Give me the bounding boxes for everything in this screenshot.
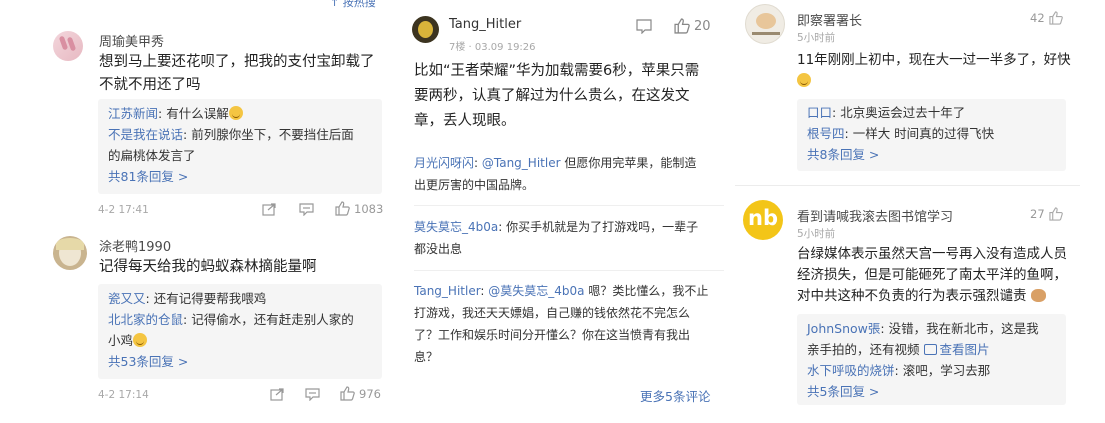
thumb-up-icon [1049,11,1063,25]
reply-box: 江苏新闻: 有什么误解 不是我在说话: 前列腺你坐下，不要挡住后面 的扁桃体发言… [98,99,382,194]
divider [735,185,1080,186]
like-button[interactable]: 42 [1030,11,1063,25]
share-icon [262,203,276,216]
left-comment-panel: ↑ 按热搜 周瑜美甲秀 想到马上要还花呗了，把我的支付宝卸载了 不就不用还了吗 … [40,0,400,423]
thumb-up-icon [1049,207,1063,221]
reply-line-continued: 亲手拍的，还有视频 查看图片 [807,342,990,357]
comment-button[interactable] [305,388,320,401]
reply-line[interactable]: 口口: 北京奥运会过去十年了 [807,102,1056,123]
comment-meta: 7楼 · 03.09 19:26 [449,42,536,53]
username[interactable]: 看到请喊我滚去图书馆学习 [797,206,953,225]
reply-box: 口口: 北京奥运会过去十年了 根号四: 一样大 时间真的过得飞快 共8条回复 > [797,99,1066,171]
comment-text: 记得每天给我的蚂蚁森林摘能量啊 [99,259,317,275]
avatar[interactable] [412,16,439,43]
comment-icon [305,388,320,401]
thumb-up-icon [674,18,690,34]
like-button[interactable]: 1083 [335,201,383,216]
smile-emoji-icon [133,333,148,347]
like-count: 42 [1030,11,1045,25]
comment-icon [636,19,652,34]
reply-line-continued: 的扁桃体发言了 [108,148,196,163]
more-replies-link[interactable]: 共8条回复 > [807,144,1056,165]
reply-line[interactable]: 瓷又又: 还有记得要帮我喂鸡 [108,288,372,309]
image-icon [923,344,937,355]
top-clipped-link[interactable]: ↑ 按热搜 [330,0,376,10]
divider [414,270,724,271]
reply-item[interactable]: Tang_Hitler: @莫失莫忘_4b0a 嗯？类比懂么，我不止 打游戏，我… [414,280,724,368]
reply-item[interactable]: 莫失莫忘_4b0a: 你买手机就是为了打游戏吗，一辈子 都没出息 [414,216,724,260]
comment-time: 4-2 17:14 [98,389,149,401]
reply-line[interactable]: 江苏新闻: 有什么误解 [108,103,372,124]
right-comment-panel: 即察署署长 5小时前 42 11年刚刚上初中，现在大一过一半多了，好快 口口: … [735,0,1105,423]
dog-emoji-icon [1030,289,1046,302]
like-count: 27 [1030,207,1045,221]
reply-line[interactable]: 不是我在说话: 前列腺你坐下，不要挡住后面 [108,124,372,145]
grin-emoji-icon [797,73,811,87]
like-button[interactable]: 27 [1030,207,1063,221]
username[interactable]: 周瑜美甲秀 [99,31,164,50]
thumb-up-icon [335,201,350,216]
comment-meta: 5小时前 [797,32,836,44]
comment-meta: 5小时前 [797,228,836,240]
avatar[interactable] [53,236,87,270]
comment-text: 台绿媒体表示虽然天宫一号再入没有造成人员 经济损失，但是可能砸死了南太平洋的鱼啊… [797,246,1067,304]
like-count: 20 [694,18,711,34]
comment-icon [299,203,314,216]
like-button[interactable]: 20 [674,18,711,34]
avatar[interactable] [745,4,785,44]
more-replies-link[interactable]: 共5条回复 > [807,381,1056,402]
reply-line[interactable]: JohnSnow張: 没错，我在新北市，这是我 [807,318,1056,339]
more-replies-link[interactable]: 共53条回复 > [108,351,372,372]
reply-line-continued: 小鸡 [108,330,372,351]
like-button[interactable]: 976 [340,386,381,401]
comment-text: 想到马上要还花呗了，把我的支付宝卸载了 不就不用还了吗 [99,54,375,93]
comment-time: 4-2 17:41 [98,204,149,216]
reply-box: 瓷又又: 还有记得要帮我喂鸡 北北家的仓鼠: 记得偷水，还有赶走别人家的 小鸡 … [98,284,382,379]
like-count: 976 [359,386,381,401]
view-image-link[interactable]: 查看图片 [940,342,990,357]
avatar[interactable]: nb [743,200,783,240]
comment-text: 11年刚刚上初中，现在大一过一半多了，好快 [797,50,1097,92]
thumb-up-icon [340,386,355,401]
divider [414,205,724,206]
like-count: 1083 [354,201,384,216]
middle-comment-panel: Tang_Hitler 7楼 · 03.09 19:26 20 比如“王者荣耀”… [400,0,730,423]
reply-line[interactable]: 北北家的仓鼠: 记得偷水，还有赶走别人家的 [108,309,372,330]
avatar[interactable] [53,31,83,61]
reply-line[interactable]: 根号四: 一样大 时间真的过得飞快 [807,123,1056,144]
share-button[interactable] [270,388,284,401]
more-comments-link[interactable]: 更多5条评论 [640,386,710,405]
username[interactable]: Tang_Hitler [449,17,521,32]
reply-item[interactable]: 月光闪呀闪: @Tang_Hitler 但愿你用完苹果，能制造 出更厉害的中国品… [414,152,724,196]
reply-box: JohnSnow張: 没错，我在新北市，这是我 亲手拍的，还有视频 查看图片 水… [797,314,1066,405]
comment-button[interactable] [636,19,652,34]
username[interactable]: 即察署署长 [797,10,862,29]
share-icon [270,388,284,401]
comment-button[interactable] [299,203,314,216]
reply-line[interactable]: 水下呼吸的烧饼: 滚吧，学习去那 [807,360,1056,381]
more-replies-link[interactable]: 共81条回复 > [108,166,372,187]
smile-emoji-icon [228,106,243,120]
username[interactable]: 涂老鸭1990 [99,236,171,255]
comment-text: 比如“王者荣耀”华为加载需要6秒，苹果只需 要两秒，认真了解过为什么贵么，在这发… [414,63,700,129]
share-button[interactable] [262,203,276,216]
